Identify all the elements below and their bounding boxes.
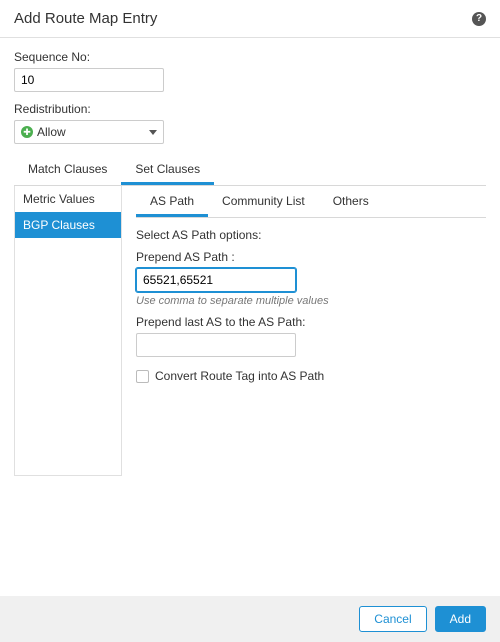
as-path-heading: Select AS Path options: [136,228,486,242]
sub-tabs: AS Path Community List Others [136,186,486,218]
sidebar-item-bgp-clauses[interactable]: BGP Clauses [15,212,121,238]
as-path-panel: Select AS Path options: Prepend AS Path … [136,218,486,383]
set-clauses-panel: Metric Values BGP Clauses AS Path Commun… [14,186,486,476]
convert-route-tag-checkbox[interactable] [136,370,149,383]
subtab-as-path[interactable]: AS Path [136,186,208,217]
convert-route-tag-label: Convert Route Tag into AS Path [155,369,324,383]
dialog-footer: Cancel Add [0,596,500,642]
prepend-last-as-input[interactable] [136,333,296,357]
redistribution-value: Allow [37,125,66,139]
dialog-header: Add Route Map Entry ? [0,0,500,37]
prepend-as-path-label: Prepend AS Path : [136,250,486,264]
content-panel: AS Path Community List Others Select AS … [122,186,486,476]
dialog-body: Sequence No: Redistribution: ✚ Allow Mat… [0,38,500,476]
sequence-label: Sequence No: [14,50,486,64]
sequence-input[interactable] [14,68,164,92]
prepend-as-path-field: Prepend AS Path : Use comma to separate … [136,250,486,307]
redistribution-field: Redistribution: ✚ Allow [14,102,486,144]
dialog-title: Add Route Map Entry [14,10,157,27]
subtab-community-list[interactable]: Community List [208,186,319,217]
prepend-as-path-input[interactable] [136,268,296,292]
dialog: Add Route Map Entry ? Sequence No: Redis… [0,0,500,642]
prepend-as-path-hint: Use comma to separate multiple values [136,295,486,307]
prepend-last-as-field: Prepend last AS to the AS Path: [136,315,486,357]
help-icon[interactable]: ? [472,12,486,26]
sidebar-item-metric-values[interactable]: Metric Values [15,186,121,212]
prepend-last-as-label: Prepend last AS to the AS Path: [136,315,486,329]
add-button[interactable]: Add [435,606,486,632]
tab-match-clauses[interactable]: Match Clauses [14,154,121,185]
side-nav: Metric Values BGP Clauses [14,186,122,476]
convert-route-tag-row: Convert Route Tag into AS Path [136,369,486,383]
allow-icon: ✚ [21,126,33,138]
redistribution-select[interactable]: ✚ Allow [14,120,164,144]
chevron-down-icon [149,130,157,135]
subtab-others[interactable]: Others [319,186,383,217]
main-tabs: Match Clauses Set Clauses [14,154,486,186]
redistribution-label: Redistribution: [14,102,486,116]
cancel-button[interactable]: Cancel [359,606,426,632]
sequence-field: Sequence No: [14,50,486,92]
tab-set-clauses[interactable]: Set Clauses [121,154,214,185]
